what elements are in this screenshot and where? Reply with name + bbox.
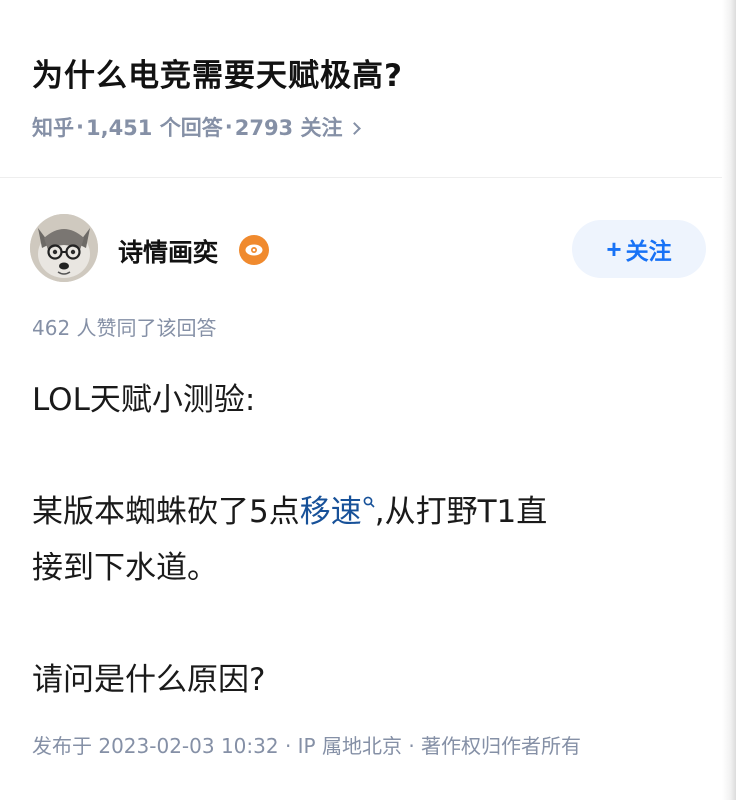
answers-count: 1,451 个回答 <box>85 116 223 140</box>
chevron-right-icon[interactable] <box>348 121 362 135</box>
question-header[interactable]: 为什么电竞需要天赋极高? 知乎 · 1,451 个回答 · 2793 关注 <box>0 0 722 178</box>
question-title[interactable]: 为什么电竞需要天赋极高? <box>32 50 403 95</box>
search-keyword-icon[interactable] <box>363 496 375 508</box>
answer-line: 某版本蜘蛛砍了5点移速 ,从打野T1直 <box>32 484 692 540</box>
eye-badge-icon[interactable] <box>239 235 269 265</box>
keyword-link[interactable]: 移速 <box>300 494 362 530</box>
avatar-dog-image <box>30 214 98 282</box>
author-name[interactable]: 诗情画奕 <box>118 233 218 269</box>
answer-line: 请问是什么原因? <box>32 662 266 698</box>
scrollbar-thumb[interactable] <box>722 0 736 800</box>
answer-content: LOL天赋小测验: 某版本蜘蛛砍了5点移速 ,从打野T1直 接到下水道。 请问是什… <box>32 372 692 708</box>
question-meta[interactable]: 知乎 · 1,451 个回答 · 2793 关注 <box>32 112 362 142</box>
follow-button[interactable]: + 关注 <box>572 220 706 278</box>
answer-line: 接到下水道。 <box>32 550 218 586</box>
meta-separator: · <box>224 115 233 139</box>
followers-count: 2793 关注 <box>234 116 343 140</box>
follow-label: 关注 <box>625 238 672 264</box>
answer-line: LOL天赋小测验: <box>32 382 256 418</box>
avatar[interactable] <box>30 214 98 282</box>
answer-text: ,从打野T1直 <box>374 494 548 530</box>
meta-separator: · <box>76 115 84 139</box>
publish-info: 发布于 2023-02-03 10:32 · IP 属地北京 · 著作权归作者所… <box>32 734 582 758</box>
votes-count: 462 人赞同了该回答 <box>32 316 217 340</box>
plus-icon: + <box>606 233 622 264</box>
scrollbar-track[interactable] <box>722 0 736 800</box>
author-row: 诗情画奕 + 关注 <box>30 214 710 286</box>
source-label: 知乎 <box>32 116 74 140</box>
answer-text: 某版本蜘蛛砍了5点 <box>32 494 300 530</box>
